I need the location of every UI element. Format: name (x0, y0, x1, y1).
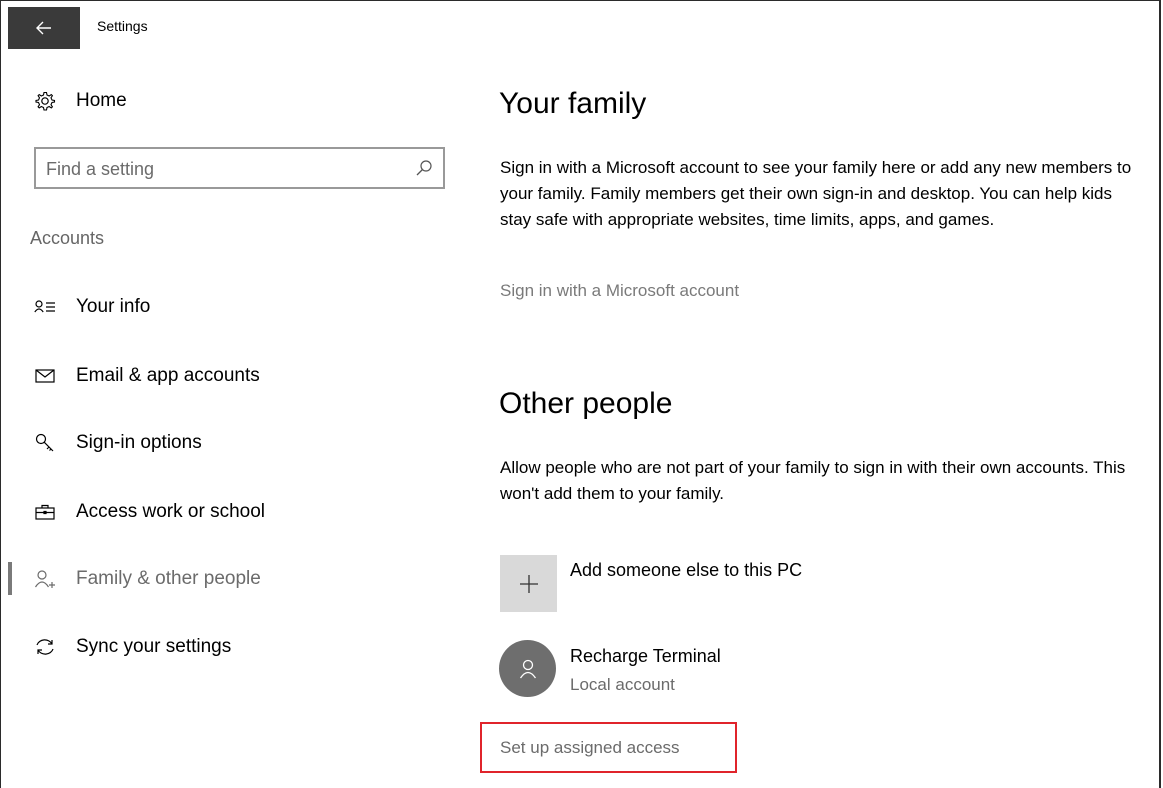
sidebar-item-sign-in-options[interactable]: Sign-in options (34, 428, 202, 458)
gear-icon (34, 90, 56, 112)
sync-icon (34, 636, 56, 658)
envelope-icon (34, 365, 56, 387)
sidebar-item-label: Family & other people (76, 568, 261, 589)
sidebar-item-label: Sign-in options (76, 432, 202, 453)
title-bar: Settings (1, 1, 1159, 49)
other-people-heading: Other people (499, 387, 673, 420)
sidebar-item-family-other-people[interactable]: Family & other people (34, 564, 261, 594)
home-label: Home (76, 90, 127, 111)
search-icon (416, 160, 432, 176)
plus-icon (519, 574, 538, 593)
key-icon (34, 432, 56, 454)
home-link[interactable]: Home (34, 90, 127, 112)
other-people-description: Allow people who are not part of your fa… (500, 458, 1126, 503)
sidebar-item-label: Your info (76, 296, 151, 317)
back-button[interactable] (8, 7, 80, 49)
sidebar-item-work-school[interactable]: Access work or school (34, 497, 265, 527)
search-placeholder: Find a setting (46, 159, 155, 179)
sidebar-item-label: Access work or school (76, 501, 266, 522)
selection-indicator (8, 562, 12, 595)
back-arrow-icon (36, 21, 51, 35)
family-heading: Your family (499, 87, 647, 120)
user-name[interactable]: Recharge Terminal (570, 646, 721, 667)
avatar[interactable] (499, 640, 556, 697)
section-label-accounts: Accounts (30, 228, 105, 248)
assigned-access-link[interactable]: Set up assigned access (500, 738, 680, 758)
microsoft-account-link[interactable]: Sign in with a Microsoft account (500, 281, 739, 301)
user-account-type: Local account (570, 675, 675, 694)
sidebar-item-label: Email & app accounts (76, 365, 260, 386)
sidebar-item-label: Sync your settings (76, 636, 232, 657)
settings-window: Settings Home Find a setting Accounts Yo… (0, 0, 1161, 788)
sidebar-item-sync-settings[interactable]: Sync your settings (34, 632, 231, 662)
user-icon (519, 659, 536, 678)
add-person-icon (34, 568, 56, 590)
add-someone-button[interactable]: Add someone else to this PC (570, 560, 802, 581)
window-title: Settings (97, 18, 148, 34)
family-description: Sign in with a Microsoft account to see … (500, 158, 1132, 229)
person-card-icon (34, 296, 56, 318)
add-person-tile[interactable] (500, 555, 557, 612)
sidebar-item-your-info[interactable]: Your info (34, 292, 150, 322)
briefcase-icon (34, 501, 56, 523)
search-input[interactable]: Find a setting (34, 147, 445, 189)
sidebar-item-email-accounts[interactable]: Email & app accounts (34, 361, 260, 391)
